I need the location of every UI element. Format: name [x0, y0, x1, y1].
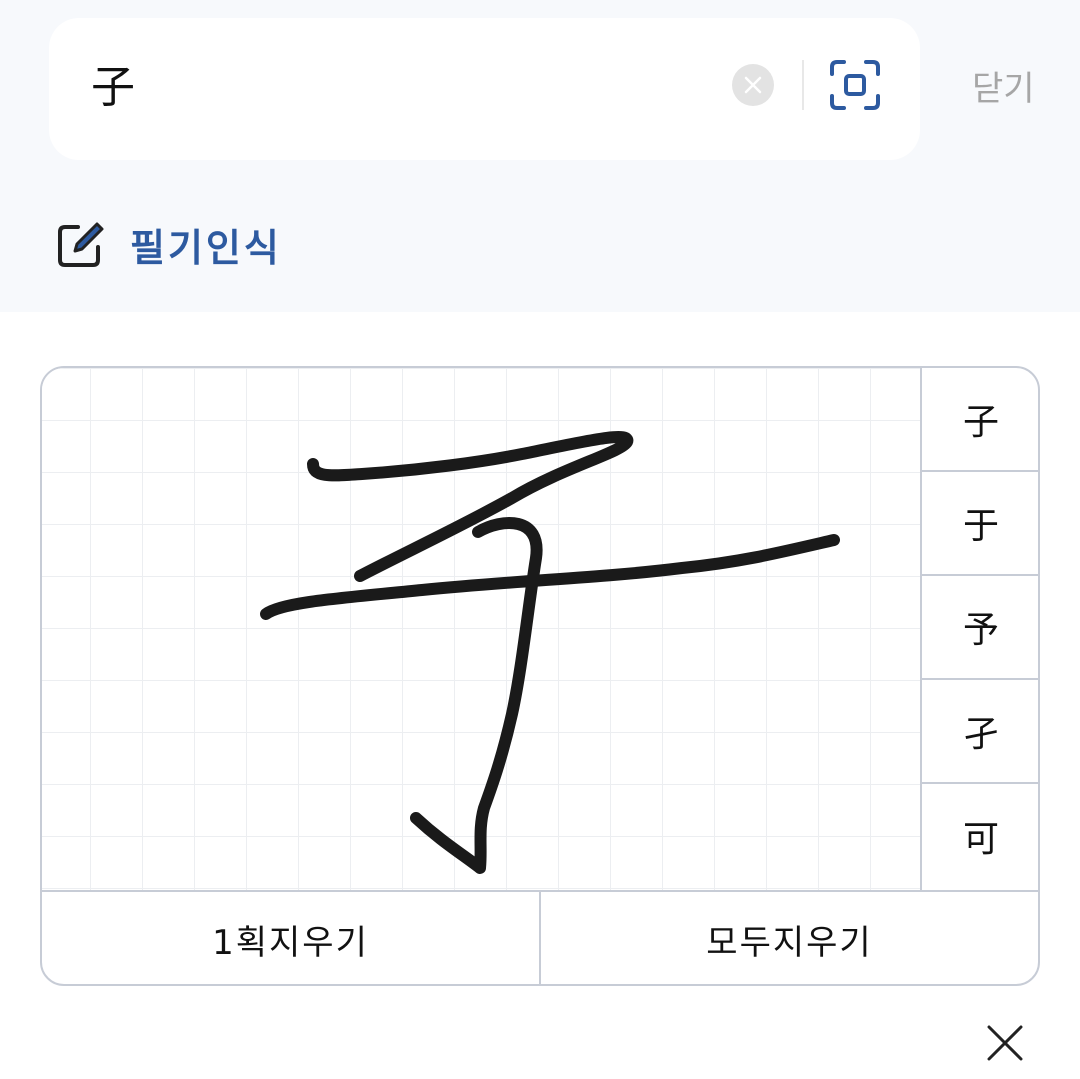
- search-bar[interactable]: 子: [49, 18, 920, 160]
- edit-pen-icon: [58, 222, 104, 267]
- close-button[interactable]: 닫기: [972, 64, 1035, 114]
- candidate-item[interactable]: 予: [922, 576, 1038, 680]
- pad-actions: 1획지우기 모두지우기: [42, 890, 1038, 984]
- search-header: 子 닫기 필기인식: [0, 0, 1080, 312]
- handwriting-label: 필기인식: [130, 225, 282, 270]
- clear-circle-icon: [744, 76, 762, 94]
- candidate-item[interactable]: 子: [922, 368, 1038, 472]
- candidate-list: 子 于 予 孑 可: [920, 368, 1038, 890]
- candidate-item[interactable]: 可: [922, 784, 1038, 888]
- drawing-canvas[interactable]: [42, 368, 920, 890]
- search-divider: [802, 60, 804, 110]
- clear-search-button[interactable]: [732, 64, 774, 106]
- clear-all-button[interactable]: 모두지우기: [539, 892, 1038, 984]
- candidate-item[interactable]: 孑: [922, 680, 1038, 784]
- search-input[interactable]: 子: [91, 58, 135, 118]
- close-x-icon[interactable]: [986, 1024, 1024, 1062]
- handwritten-stroke: [260, 431, 840, 874]
- candidate-item[interactable]: 于: [922, 472, 1038, 576]
- handwriting-pad: 子 于 予 孑 可 1획지우기 모두지우기: [40, 366, 1040, 986]
- handwriting-mode[interactable]: 필기인식: [56, 218, 282, 270]
- scan-icon[interactable]: [828, 58, 882, 112]
- undo-stroke-button[interactable]: 1획지우기: [42, 892, 539, 984]
